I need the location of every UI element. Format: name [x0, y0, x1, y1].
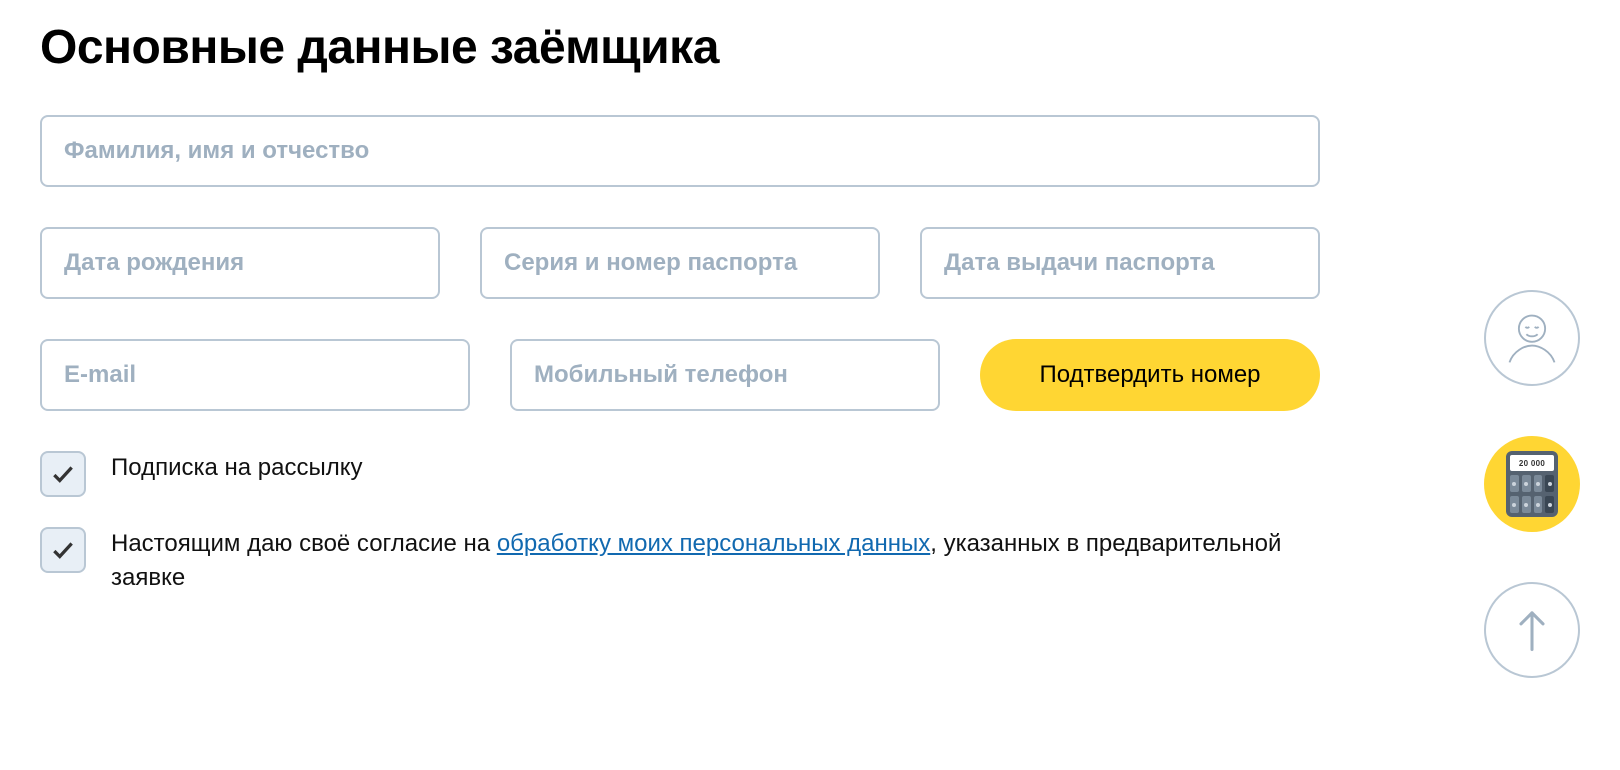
- birthdate-input[interactable]: [40, 227, 440, 299]
- check-icon: [50, 461, 76, 487]
- consent-prefix: Настоящим даю своё согласие на: [111, 530, 497, 557]
- calculator-icon: 20 000: [1506, 451, 1558, 517]
- consent-text: Настоящим даю своё согласие на обработку…: [111, 527, 1320, 594]
- calculator-button[interactable]: 20 000: [1484, 436, 1580, 532]
- check-icon: [50, 537, 76, 563]
- personal-data-link[interactable]: обработку моих персональных данных: [497, 530, 930, 557]
- confirm-phone-button[interactable]: Подтвердить номер: [980, 339, 1320, 411]
- subscribe-label: Подписка на рассылку: [111, 454, 363, 481]
- person-icon: [1502, 308, 1562, 368]
- calculator-display: 20 000: [1510, 455, 1554, 471]
- assistant-button[interactable]: [1484, 290, 1580, 386]
- passport-issue-date-input[interactable]: [920, 227, 1320, 299]
- section-heading: Основные данные заёмщика: [40, 20, 1580, 75]
- consent-checkbox[interactable]: [40, 527, 86, 573]
- passport-number-input[interactable]: [480, 227, 880, 299]
- borrower-form: Подтвердить номер Подписка на рассылку Н…: [40, 115, 1320, 594]
- phone-input[interactable]: [510, 339, 940, 411]
- fullname-input[interactable]: [40, 115, 1320, 187]
- scroll-to-top-button[interactable]: [1484, 582, 1580, 678]
- arrow-up-icon: [1517, 608, 1547, 652]
- email-input[interactable]: [40, 339, 470, 411]
- subscribe-checkbox[interactable]: [40, 451, 86, 497]
- floating-actions: 20 000: [1484, 290, 1580, 678]
